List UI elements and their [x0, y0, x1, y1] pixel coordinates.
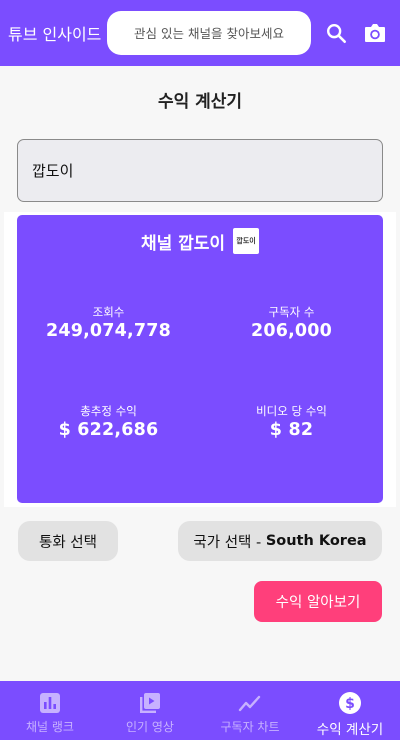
per-video-revenue-stat: 비디오 당 수익 $ 82 — [200, 403, 383, 440]
video-library-icon — [138, 691, 162, 715]
camera-icon[interactable] — [362, 20, 388, 46]
country-select-button[interactable]: 국가 선택 - South Korea — [178, 521, 382, 561]
dollar-icon: $ — [338, 691, 362, 715]
nav-label-revenue-calculator: 수익 계산기 — [316, 722, 384, 738]
subscribers-label: 구독자 수 — [268, 305, 315, 319]
country-select-prefix: 국가 선택 - — [193, 534, 266, 551]
search-icon[interactable] — [323, 20, 349, 46]
nav-item-revenue-calculator[interactable]: $ 수익 계산기 — [300, 681, 400, 740]
trend-line-icon — [238, 691, 262, 715]
per-video-revenue-value: $ 82 — [269, 420, 314, 440]
svg-text:$: $ — [345, 696, 355, 712]
views-label: 조회수 — [92, 305, 125, 319]
page-title: 수익 계산기 — [157, 92, 243, 112]
app-title: 튜브 인사이드 — [8, 25, 102, 44]
revenue-result-card: 채널 깝도이 깝도이 조회수 249,074,778 구독자 수 206,000… — [17, 215, 383, 503]
search-box[interactable] — [107, 11, 311, 55]
nav-label-popular-videos: 인기 영상 — [126, 720, 174, 734]
currency-select-button[interactable]: 통화 선택 — [18, 521, 118, 561]
bar-chart-icon — [38, 691, 62, 715]
nav-item-popular-videos[interactable]: 인기 영상 — [100, 681, 200, 740]
calculate-revenue-button[interactable]: 수익 알아보기 — [254, 581, 382, 622]
total-revenue-stat: 총추정 수익 $ 622,686 — [17, 403, 200, 440]
views-value: 249,074,778 — [45, 321, 172, 341]
views-stat: 조회수 249,074,778 — [17, 304, 200, 341]
total-revenue-value: $ 622,686 — [58, 420, 159, 440]
nav-label-subscriber-chart: 구독자 차트 — [220, 720, 280, 734]
subscribers-value: 206,000 — [250, 321, 333, 341]
subscribers-stat: 구독자 수 206,000 — [200, 304, 383, 341]
top-app-bar: 튜브 인사이드 — [0, 0, 400, 66]
per-video-revenue-label: 비디오 당 수익 — [256, 404, 327, 418]
channel-thumbnail: 깝도이 — [233, 228, 260, 254]
search-input[interactable] — [119, 25, 299, 41]
total-revenue-label: 총추정 수익 — [80, 404, 137, 418]
country-select-value: South Korea — [265, 533, 367, 549]
bottom-navigation: 채널 랭크 인기 영상 구독자 차트 $ 수익 계산기 — [0, 681, 400, 740]
channel-name-input[interactable] — [32, 161, 352, 180]
nav-item-channel-rank[interactable]: 채널 랭크 — [0, 681, 100, 740]
channel-name-field[interactable] — [17, 139, 383, 202]
card-title: 채널 깝도이 — [140, 233, 226, 254]
nav-item-subscriber-chart[interactable]: 구독자 차트 — [200, 681, 300, 740]
nav-label-channel-rank: 채널 랭크 — [26, 720, 74, 734]
card-header: 채널 깝도이 깝도이 — [17, 228, 383, 254]
